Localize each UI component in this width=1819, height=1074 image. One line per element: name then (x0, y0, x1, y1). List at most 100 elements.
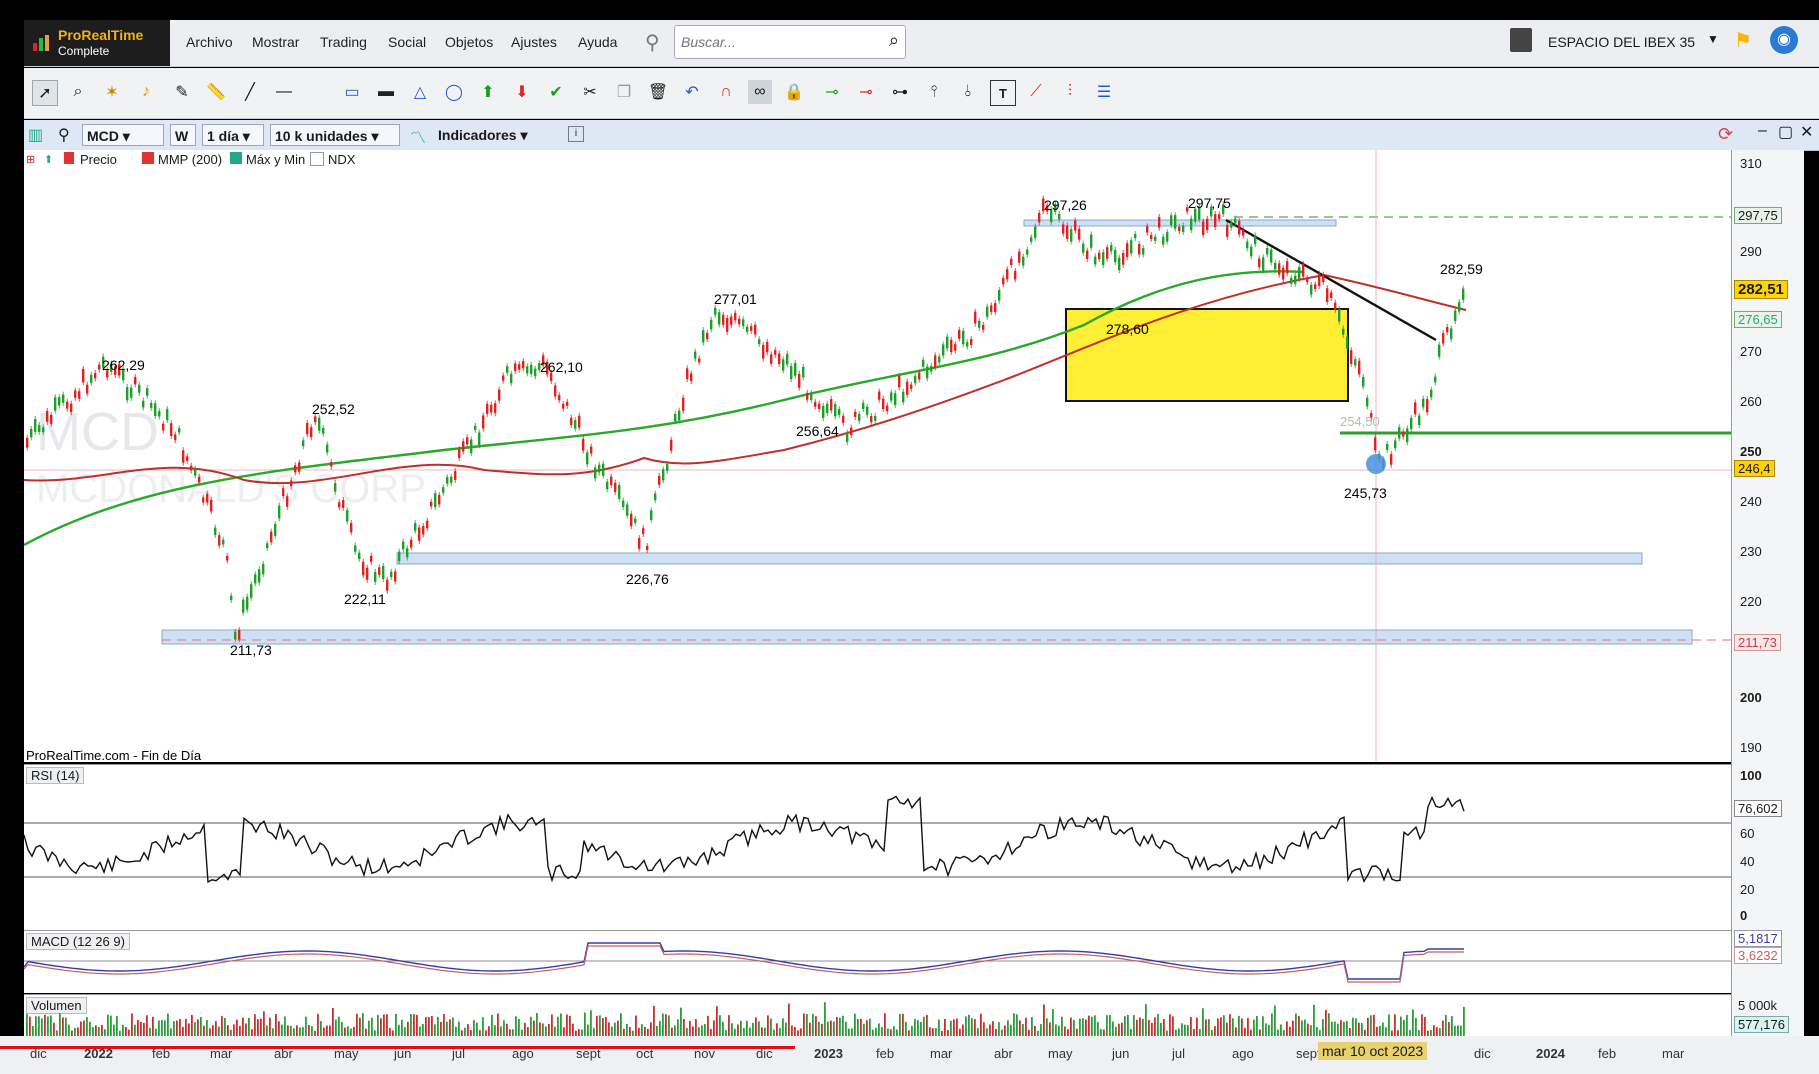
price-chart[interactable]: MCD MCDONALD'S CORP 262,29 252,52 222,11… (24, 150, 1731, 762)
rectangle-icon[interactable]: ▭ (340, 80, 364, 104)
undo-icon[interactable]: ↶ (680, 80, 704, 104)
indicators-dropdown[interactable]: Indicadores ▾ (434, 124, 558, 146)
alert-icon[interactable]: ✶ (100, 80, 124, 104)
rsi-panel[interactable]: RSI (14) (24, 764, 1731, 930)
volume-bar (1085, 1019, 1087, 1037)
trash-icon[interactable]: 🗑 (646, 80, 670, 104)
minimize-icon[interactable]: – (1758, 122, 1767, 140)
search-box[interactable]: ⌕ (674, 25, 906, 59)
chart-type-icon[interactable]: ▥ (28, 125, 43, 145)
triangle-icon[interactable]: △ (408, 80, 432, 104)
ytick-250: 250 (1740, 444, 1762, 459)
green-segment-icon[interactable]: ⊸ (820, 80, 844, 104)
ytick-270: 270 (1740, 344, 1762, 359)
menu-archivo[interactable]: Archivo (186, 34, 233, 50)
info-icon[interactable]: i (568, 126, 584, 142)
timeframe-dropdown[interactable]: 1 día ▾ (202, 124, 264, 146)
copy-icon[interactable]: ❐ (612, 80, 636, 104)
volume-bar (1448, 1022, 1450, 1037)
red-segment-icon[interactable]: ⊸ (854, 80, 878, 104)
time-label: ago (1232, 1046, 1254, 1061)
vertical-range-icon[interactable]: ⫰ (956, 80, 980, 104)
legend-maxmin[interactable]: Máx y Min (246, 152, 305, 167)
volume-bar (1202, 1008, 1204, 1037)
ruler-icon[interactable]: 📏 (204, 80, 228, 104)
volume-bar (440, 1021, 442, 1037)
units-dropdown[interactable]: 10 k unidades ▾ (270, 124, 400, 146)
menu-ayuda[interactable]: Ayuda (578, 34, 617, 50)
horizontal-line-icon[interactable]: — (272, 80, 296, 104)
text-tool-icon[interactable]: T (990, 80, 1016, 106)
search-input[interactable] (675, 26, 873, 58)
bell-icon[interactable]: ♪ (134, 80, 158, 104)
volume-bar (818, 1022, 820, 1037)
time-axis[interactable]: dic 2022 feb mar abr may jun jul ago sept oct nov di… (0, 1036, 1819, 1074)
legend-price[interactable]: Precio (80, 152, 117, 167)
volume-bar (659, 1020, 661, 1037)
legend-mmp[interactable]: MMP (200) (158, 152, 222, 167)
speaker-icon[interactable]: ◉ (1770, 26, 1798, 54)
volume-bar (836, 1017, 838, 1037)
check-icon[interactable]: ✔ (544, 80, 568, 104)
workspace-selector[interactable]: ESPACIO DEL IBEX 35 (1548, 34, 1695, 50)
indicators-icon[interactable]: 〽 (410, 124, 426, 148)
support-band-middle[interactable] (396, 552, 1643, 565)
tools-icon[interactable]: ✂ (578, 80, 602, 104)
macd-panel[interactable]: MACD (12 26 9) (24, 930, 1731, 993)
lock-icon[interactable]: 🔒 (782, 80, 806, 104)
volume-bar (473, 1020, 475, 1037)
menu-social[interactable]: Social (388, 34, 426, 50)
chevron-down-icon[interactable]: ▼ (1707, 32, 1719, 46)
magnet-icon[interactable]: ∩ (714, 80, 738, 104)
vertical-segment-icon[interactable]: ⫯ (922, 80, 946, 104)
menu-mostrar[interactable]: Mostrar (252, 34, 299, 50)
segment-icon[interactable]: ⊶ (888, 80, 912, 104)
period-code[interactable]: W (170, 124, 196, 146)
trend-chart-icon[interactable]: ⟋ (1024, 80, 1048, 104)
link-icon[interactable]: ⚲ (645, 30, 660, 55)
close-icon[interactable]: ✕ (1800, 122, 1813, 142)
save-icon[interactable] (1510, 28, 1532, 52)
volume-bar (194, 1022, 196, 1037)
pencil-icon[interactable]: ✎ (170, 80, 194, 104)
add-icon[interactable]: ⊞ (26, 153, 35, 166)
menu-objetos[interactable]: Objetos (445, 34, 493, 50)
brand[interactable]: ProRealTime Complete (24, 20, 170, 66)
zoom-icon[interactable]: ⌕ (66, 80, 90, 104)
label-297-75: 297,75 (1188, 195, 1231, 211)
price-axis[interactable]: 310 290 270 260 250 240 230 220 200 190 … (1731, 150, 1804, 1036)
maximize-icon[interactable]: ▢ (1778, 122, 1793, 142)
support-band-lower[interactable] (161, 629, 1693, 645)
volume-bar (965, 1016, 967, 1037)
volume-bar (854, 1013, 856, 1037)
volume-bar (650, 1022, 652, 1037)
filled-rectangle-icon[interactable]: ▬ (374, 80, 398, 104)
volume-bar (1157, 1013, 1159, 1037)
refresh-icon[interactable]: ⟳ (1718, 124, 1733, 145)
legend-ndx[interactable]: NDX (328, 152, 355, 167)
search-icon[interactable]: ⌕ (889, 30, 899, 51)
ellipse-icon[interactable]: ◯ (442, 80, 466, 104)
fan-icon[interactable]: ⫶ (1058, 80, 1082, 104)
volume-bar (776, 1023, 778, 1037)
arrow-down-icon[interactable]: ⬇ (510, 80, 534, 104)
info-pin-icon[interactable]: ⚲ (58, 125, 70, 145)
resistance-band-top[interactable] (1023, 219, 1337, 227)
fibonacci-icon[interactable]: ☰ (1092, 80, 1116, 104)
volume-bar (341, 1021, 343, 1037)
glasses-icon[interactable]: ∞ (748, 80, 772, 104)
volume-bar (320, 1021, 322, 1037)
volume-bar (1403, 1019, 1405, 1037)
menu-trading[interactable]: Trading (320, 34, 367, 50)
arrow-up-icon[interactable]: ⬆ (476, 80, 500, 104)
volume-bar (1073, 1019, 1075, 1037)
time-label: feb (1598, 1046, 1617, 1061)
arrow-up-small-icon[interactable]: ⬆ (44, 153, 53, 166)
flag-icon[interactable]: ⚑ (1734, 28, 1752, 53)
volume-bar (1127, 1014, 1129, 1037)
volume-panel[interactable]: Volumen (24, 994, 1731, 1037)
pointer-icon[interactable]: ➚ (32, 80, 58, 106)
line-tool-icon[interactable]: ╱ (238, 80, 262, 104)
menu-ajustes[interactable]: Ajustes (511, 34, 557, 50)
symbol-dropdown[interactable]: MCD ▾ (82, 124, 164, 146)
